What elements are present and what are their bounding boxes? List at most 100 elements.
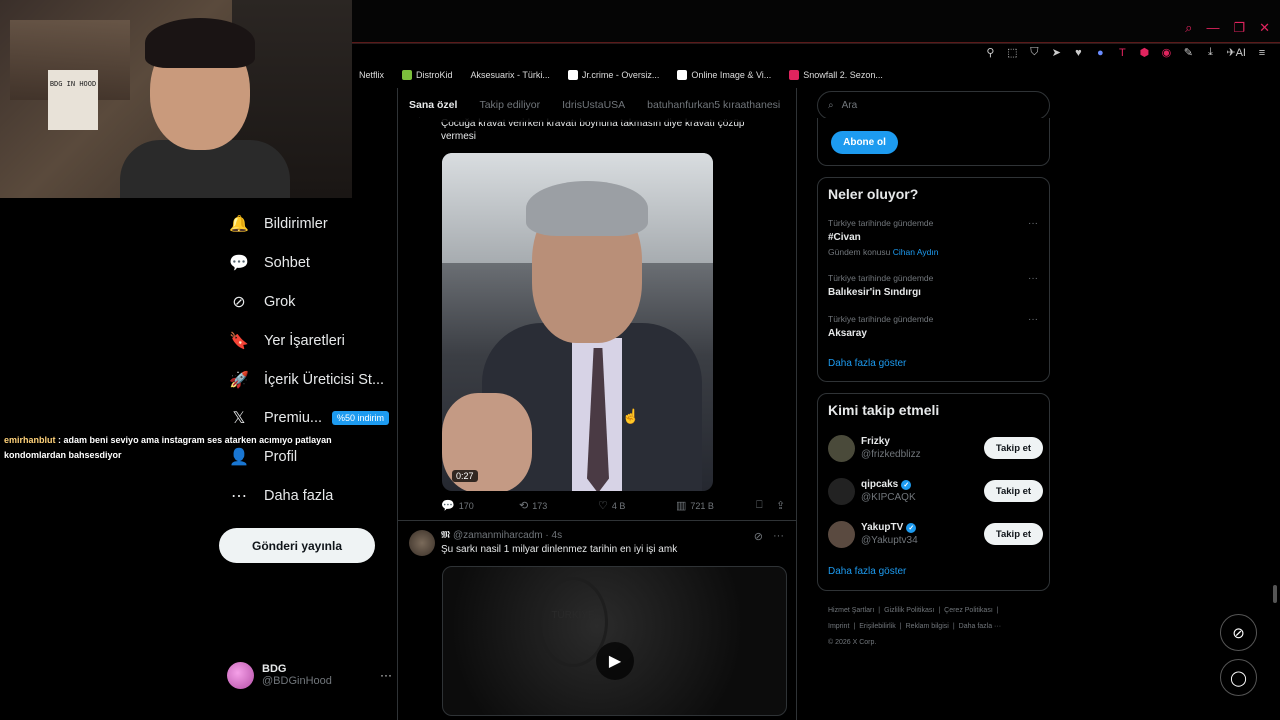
reply-count: 170	[458, 500, 474, 511]
bookmark-item[interactable]: Online Image & Vi...	[677, 70, 771, 80]
bookmarks-bar: Netflix DistroKid Aksesuarix - Türki... Jr.…	[352, 66, 1280, 84]
follow-button[interactable]: Takip et	[984, 523, 1043, 545]
bookmark-item[interactable]: Aksesuarix - Türki...	[471, 70, 550, 80]
footer-link[interactable]: Hizmet Şartları	[828, 607, 874, 614]
tab-3[interactable]: batuhanfurkan5 kıraathanesi	[647, 99, 780, 111]
footer-separator: |	[952, 623, 955, 630]
more-icon[interactable]: ···	[380, 668, 392, 682]
follow-handle: @Yakuptv34	[861, 535, 918, 546]
nav-item-label: Premiu...	[264, 410, 323, 427]
nav-item-2[interactable]: ⊘ Grok	[220, 283, 390, 322]
nav-item-3[interactable]: 🔖 Yer İşaretleri	[220, 321, 390, 360]
grok-icon[interactable]: ⊘	[754, 530, 763, 543]
like-button[interactable]: ♡ 4 B	[598, 499, 676, 512]
video-duration: 0:27	[452, 470, 478, 482]
adblock-icon[interactable]: ⬢	[1138, 46, 1150, 59]
nav-item-1[interactable]: 💬 Sohbet	[220, 244, 390, 283]
views-icon: ▥	[676, 500, 687, 512]
footer-link[interactable]: Çerez Politikası	[944, 607, 993, 614]
more-icon[interactable]: ···	[1028, 314, 1038, 325]
more-icon[interactable]: ···	[1028, 218, 1038, 229]
avatar	[227, 661, 254, 689]
play-icon[interactable]: ▶	[596, 642, 634, 680]
bookmark-item[interactable]: DistroKid	[402, 70, 453, 80]
search-icon[interactable]: ⌕	[1185, 20, 1192, 36]
trend-item[interactable]: Türkiye tarihinde gündemde Aksaray ···	[828, 314, 1038, 339]
reply-button[interactable]: 💬 170	[441, 499, 519, 512]
nav-item-0[interactable]: 🔔 Bildirimler	[220, 205, 390, 244]
bookmark-item[interactable]: Netflix	[359, 70, 384, 80]
message-icon: ◯	[1230, 669, 1247, 687]
follow-show-more[interactable]: Daha fazla göster	[828, 566, 906, 577]
messages-fab[interactable]: ◯	[1220, 659, 1257, 696]
trend-sub-link[interactable]: Cihan Aydın	[893, 247, 939, 257]
pin-icon[interactable]: ⚲	[984, 46, 996, 59]
tab-2[interactable]: IdrisUstaUSA	[562, 99, 625, 111]
footer-link[interactable]: Daha fazla ···	[959, 623, 1001, 630]
subscribe-button[interactable]: Abone ol	[831, 131, 898, 154]
footer-link[interactable]: Gizlilik Politikası	[884, 607, 934, 614]
nav-item-label: Sohbet	[264, 255, 310, 272]
send-icon[interactable]: ➤	[1050, 46, 1062, 59]
nav-item-label: İçerik Üreticisi St...	[264, 371, 385, 388]
premium-card: Abone ol	[817, 118, 1050, 166]
menu-icon[interactable]: ≡	[1256, 47, 1268, 59]
premium-badge[interactable]: %50 indirim	[332, 411, 390, 426]
trend-item[interactable]: Türkiye tarihinde gündemde #Civan Gündem k…	[828, 218, 1038, 257]
more-icon[interactable]: ···	[773, 530, 784, 543]
follow-suggestion[interactable]: qipcaks ✓ @KIPCAQK Takip et	[828, 476, 1043, 506]
bookmark-button[interactable]: ⎕	[756, 499, 776, 512]
scrollbar[interactable]	[1273, 585, 1277, 603]
follow-button[interactable]: Takip et	[984, 480, 1043, 502]
avatar[interactable]	[828, 434, 855, 462]
retweet-button[interactable]: ⟲ 173	[519, 499, 598, 512]
footer-link[interactable]: Imprint	[828, 623, 849, 630]
avatar[interactable]	[828, 477, 855, 505]
footer-separator: |	[878, 607, 881, 614]
nav-item-4[interactable]: 🚀 İçerik Üreticisi St...	[220, 360, 390, 399]
tweet-time[interactable]: · 4s	[545, 530, 562, 541]
downloads-icon[interactable]: ⤓	[1204, 46, 1216, 59]
bookmark-item[interactable]: Jr.crime - Oversiz...	[567, 70, 659, 80]
tweet-handle[interactable]: @zamanmiharcadm	[453, 530, 543, 541]
bookmark-item[interactable]: Snowfall 2. Sezon...	[789, 70, 883, 80]
search-input[interactable]: ⌕ Ara	[817, 91, 1050, 120]
tweet-video[interactable]: TÜRKİYE ▶	[442, 566, 787, 716]
nav-item-5[interactable]: 𝕏 Premiu... %50 indirim	[220, 399, 390, 438]
avatar[interactable]	[409, 530, 435, 556]
share-button[interactable]: ⇪	[776, 499, 785, 512]
trend-item[interactable]: Türkiye tarihinde gündemde Balıkesir'in S…	[828, 273, 1038, 298]
grok-icon: ⊘	[1232, 624, 1245, 642]
extension-icon[interactable]: T	[1116, 47, 1128, 59]
screenshot-icon[interactable]: ⬚	[1006, 46, 1018, 59]
footer-link[interactable]: Reklam bilgisi	[906, 623, 949, 630]
tweet-video[interactable]: 0:27	[442, 153, 713, 491]
more-icon[interactable]: ···	[1028, 273, 1038, 284]
tab-0[interactable]: Sana özel	[409, 99, 457, 111]
heart-icon[interactable]: ♥	[1072, 47, 1084, 59]
screen: BDG IN HOOD ⌕ — ❐ ✕ ⚲ ⬚ ⛉ ➤ ♥ ● T ⬢ ◉ ✎ …	[0, 0, 1280, 720]
bell-icon: 🔔	[229, 216, 249, 234]
ai-button[interactable]: ✈AI	[1226, 46, 1246, 59]
follow-suggestion[interactable]: YakupTV ✓ @Yakuptv34 Takip et	[828, 519, 1043, 549]
footer-link[interactable]: Erişilebilirlik	[859, 623, 896, 630]
puzzle-icon[interactable]: ✎	[1182, 46, 1194, 59]
post-button[interactable]: Gönderi yayınla	[219, 528, 375, 563]
views-button[interactable]: ▥ 721 B	[676, 499, 756, 512]
trends-show-more[interactable]: Daha fazla göster	[828, 358, 906, 369]
follow-info: YakupTV ✓ @Yakuptv34	[861, 522, 918, 546]
account-switcher[interactable]: BDG @BDGinHood ···	[227, 659, 392, 691]
nav-item-7[interactable]: ⋯ Daha fazla	[220, 477, 390, 516]
avatar[interactable]	[828, 520, 855, 548]
tab-1[interactable]: Takip ediliyor	[479, 99, 540, 111]
follow-suggestion[interactable]: Frizky @frizkedblizz Takip et	[828, 433, 1043, 463]
timeline: Sana özel Takip ediliyor IdrisUstaUSA batuh…	[397, 88, 797, 720]
vpn-icon[interactable]: ●	[1094, 47, 1106, 59]
follow-button[interactable]: Takip et	[984, 437, 1043, 459]
extension2-icon[interactable]: ◉	[1160, 46, 1172, 59]
minimize-icon[interactable]: —	[1206, 20, 1219, 36]
close-icon[interactable]: ✕	[1259, 20, 1270, 36]
restore-icon[interactable]: ❐	[1233, 20, 1245, 36]
grok-fab[interactable]: ⊘	[1220, 614, 1257, 651]
shield-icon[interactable]: ⛉	[1028, 46, 1040, 59]
